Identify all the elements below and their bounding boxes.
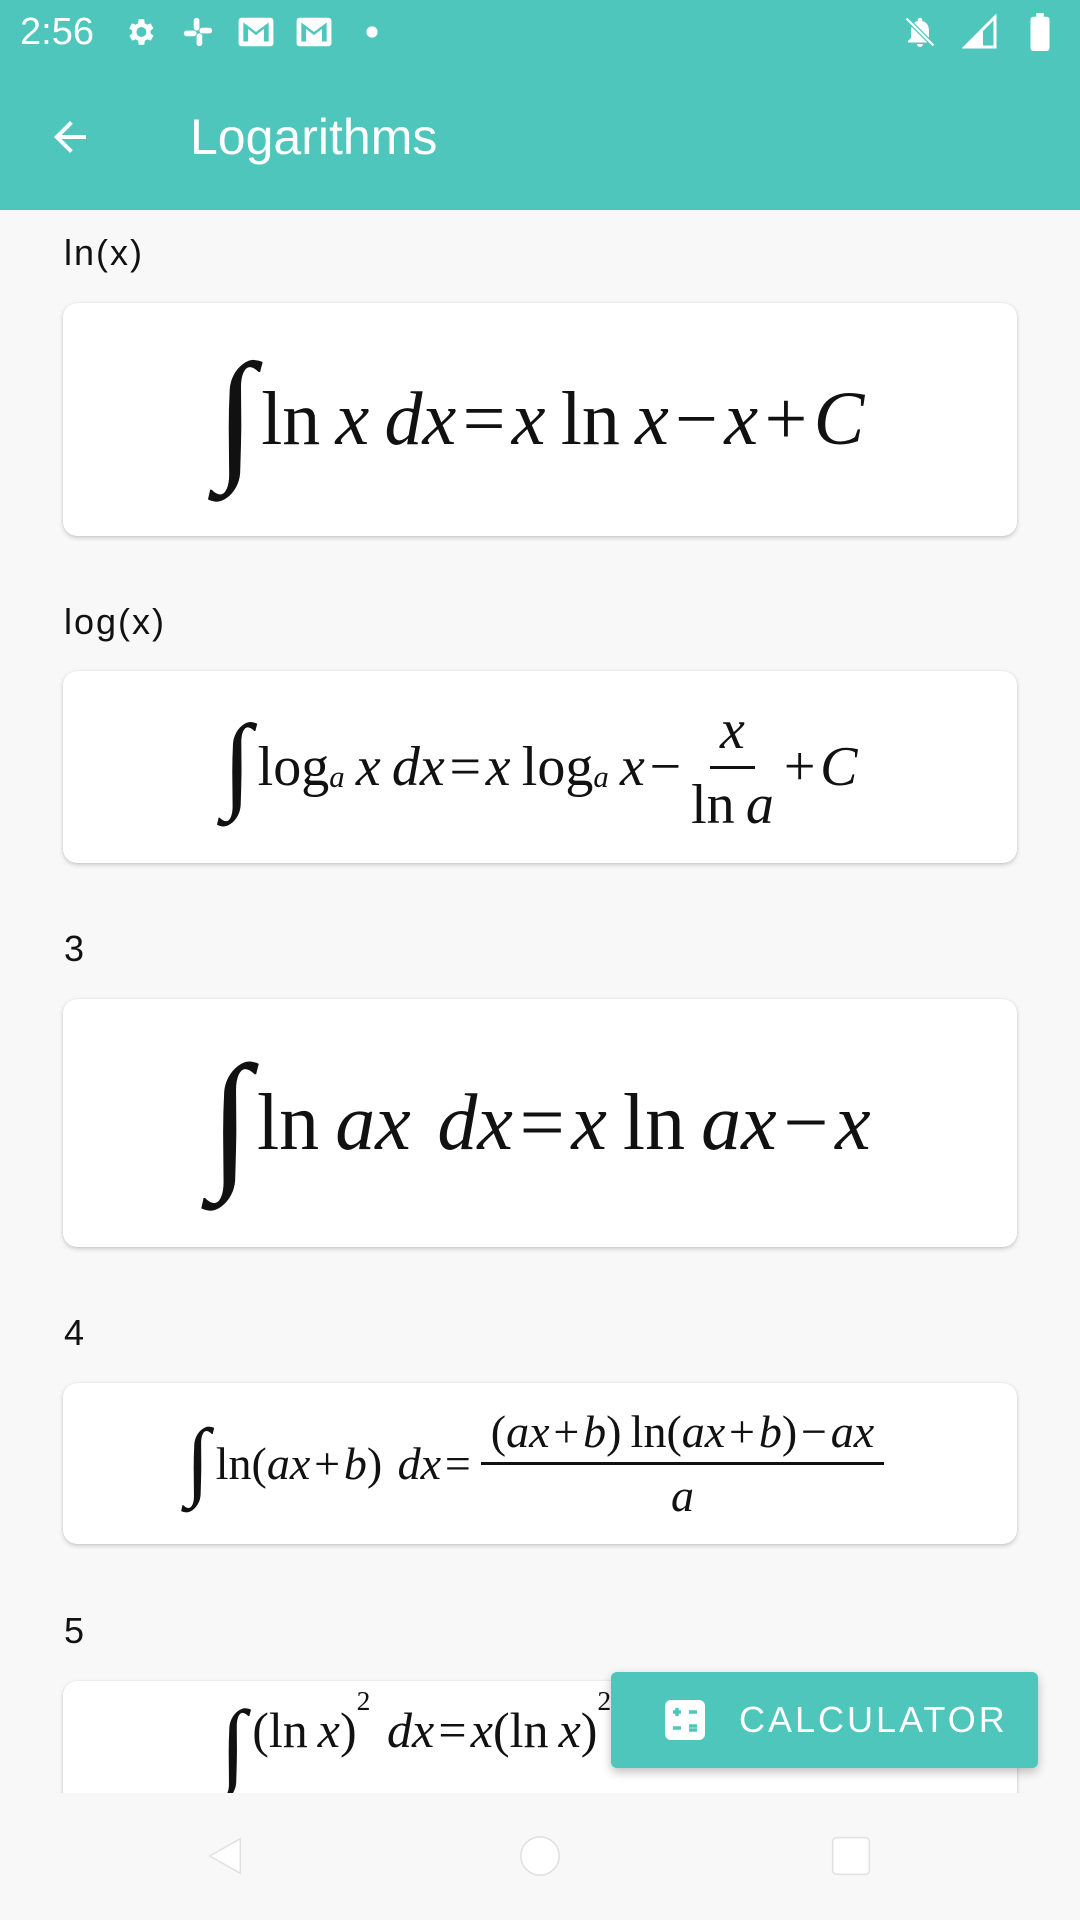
status-time: 2:56 <box>20 11 94 53</box>
formula-list[interactable]: ln(x) ∫ ln x dx = x ln x − x + C log(x) ∫… <box>0 210 1080 1793</box>
signal-icon <box>960 12 1000 52</box>
calculator-icon <box>665 1700 705 1740</box>
calculator-button-label: CALCULATOR <box>739 1699 1008 1740</box>
formula-ln: ∫ ln x dx = x ln x − x + C <box>215 335 865 496</box>
status-icons-left <box>120 10 392 54</box>
formula-4: ∫ ln(ax + b) dx = (ax + b) ln(ax + b) − a… <box>63 1383 1017 1544</box>
formula-card-3[interactable]: ∫ ln ax dx = x ln ax − x <box>63 999 1017 1247</box>
recents-square-icon <box>831 1836 871 1876</box>
notifications-off-icon <box>900 12 940 52</box>
formula-card-4[interactable]: ∫ ln(ax + b) dx = (ax + b) ln(ax + b) − a… <box>63 1383 1017 1544</box>
section-label-4: 4 <box>64 1312 87 1353</box>
formula-card-ln[interactable]: ∫ ln x dx = x ln x − x + C <box>63 303 1017 536</box>
home-circle-icon <box>520 1836 560 1876</box>
status-bar: 2:56 <box>0 0 1080 63</box>
status-icons-right <box>900 10 1060 54</box>
nav-recents-button[interactable] <box>821 1826 881 1886</box>
arrow-back-icon <box>54 121 86 153</box>
gmail-icon <box>236 12 276 52</box>
formula-3: ∫ ln ax dx = x ln ax − x <box>209 1035 871 1203</box>
section-label-3: 3 <box>64 928 87 969</box>
formula-card-log[interactable]: ∫ log a x dx = x log a x − x ln a + C <box>63 671 1017 863</box>
slack-icon <box>178 12 218 52</box>
section-label-5: 5 <box>64 1610 87 1651</box>
battery-icon <box>1020 12 1060 52</box>
formula-log: ∫ log a x dx = x log a x − x ln a + C <box>222 698 858 836</box>
back-triangle-icon <box>208 1837 242 1875</box>
nav-back-button[interactable] <box>195 1826 255 1886</box>
navigation-bar <box>0 1793 1080 1920</box>
back-button[interactable] <box>34 101 106 173</box>
section-label-ln: ln(x) <box>64 232 144 273</box>
section-label-log: log(x) <box>64 601 167 642</box>
page-title: Logarithms <box>190 109 438 165</box>
dot-icon <box>352 12 392 52</box>
gmail-icon <box>294 12 334 52</box>
calculator-button[interactable]: CALCULATOR <box>611 1672 1038 1768</box>
nav-home-button[interactable] <box>510 1826 570 1886</box>
app-bar: Logarithms <box>0 63 1080 210</box>
settings-icon <box>120 12 160 52</box>
